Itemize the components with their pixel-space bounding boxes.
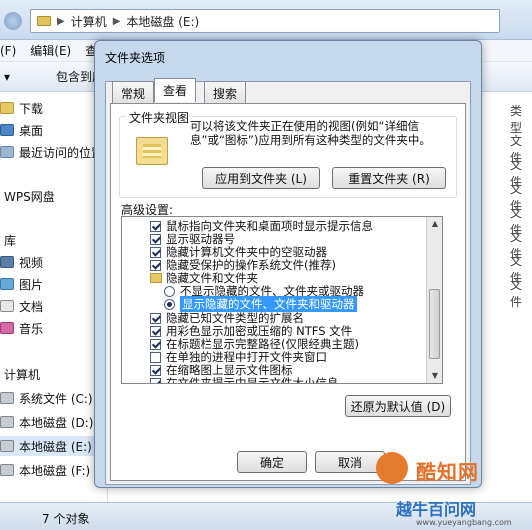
nav-item-wps[interactable]: WPS网盘 [4, 186, 55, 206]
nav-item-downloads[interactable]: 下载 [0, 98, 43, 118]
tab-search[interactable]: 搜索 [204, 81, 247, 103]
tab-view[interactable]: 查看 [154, 78, 197, 102]
setting-row-selected[interactable]: 显示隐藏的文件、文件夹和驱动器 [164, 296, 357, 312]
watermark-brand: 酷知网 [416, 460, 479, 484]
organize-chevron-icon[interactable]: ▾ [4, 70, 10, 84]
menu-edit[interactable]: 编辑(E) [30, 42, 71, 59]
nav-label: WPS网盘 [4, 189, 55, 204]
nav-label: 下载 [19, 101, 44, 116]
nav-label: 图片 [19, 277, 44, 292]
advanced-settings-list: 鼠标指向文件夹和桌面项时显示提示信息 显示驱动器号 隐藏计算机文件夹中的空驱动器… [121, 216, 443, 384]
nav-item-recent[interactable]: 最近访问的位置 [0, 142, 103, 162]
breadcrumb-computer[interactable]: 计算机 [71, 13, 107, 30]
nav-item-pictures[interactable]: 图片 [0, 274, 43, 294]
cancel-button[interactable]: 取消 [315, 451, 385, 473]
nav-item-documents[interactable]: 文档 [0, 296, 43, 316]
checkbox[interactable] [150, 312, 161, 324]
address-bar[interactable]: ▶ 计算机 ▶ 本地磁盘 (E:) [30, 9, 500, 33]
checkbox[interactable] [150, 364, 161, 376]
checkbox[interactable] [150, 259, 161, 271]
drive-icon [0, 440, 14, 452]
dialog-title: 文件夹选项 [105, 51, 166, 65]
folder-options-dialog: 文件夹选项 常规 查看 搜索 文件夹视图 可以将该文件夹正在使用的视图(例如“详… [94, 40, 482, 488]
nav-item-computer[interactable]: 计算机 [4, 364, 40, 384]
view-tab-panel: 文件夹视图 可以将该文件夹正在使用的视图(例如“详细信息”或“图标”)应用到所有… [110, 103, 466, 481]
folder-icon [0, 102, 14, 114]
folder-icon [150, 273, 162, 283]
nav-label: 系统文件 (C:) [19, 391, 93, 406]
nav-label: 本地磁盘 (D:) [19, 415, 94, 430]
nav-item-music[interactable]: 音乐 [0, 318, 43, 338]
nav-label: 最近访问的位置 [19, 145, 104, 160]
watermark-slogan: 越牛百问网 [396, 500, 477, 519]
nav-label: 文档 [19, 299, 44, 314]
checkbox[interactable] [150, 377, 161, 383]
video-icon [0, 256, 14, 268]
music-icon [0, 322, 14, 334]
folder-view-description: 可以将该文件夹正在使用的视图(例如“详细信息”或“图标”)应用到所有这种类型的文… [190, 119, 431, 147]
checkbox[interactable] [150, 351, 161, 363]
drive-icon [0, 464, 14, 476]
back-button[interactable] [4, 12, 22, 30]
dialog-body: 常规 查看 搜索 文件夹视图 可以将该文件夹正在使用的视图(例如“详细信息”或“… [105, 78, 471, 485]
nav-item-drive-e[interactable]: 本地磁盘 (E:) [0, 436, 108, 456]
scroll-down-icon[interactable]: ▼ [427, 369, 442, 383]
setting-row[interactable]: 在文件夹提示中显示文件大小信息 [150, 376, 339, 384]
watermark-logo-icon [376, 452, 408, 484]
nav-label: 视频 [19, 255, 44, 270]
checkbox[interactable] [150, 220, 161, 232]
checkbox[interactable] [150, 246, 161, 258]
scroll-up-icon[interactable]: ▲ [427, 217, 442, 231]
apply-to-folders-button[interactable]: 应用到文件夹 (L) [202, 167, 320, 189]
restore-defaults-button[interactable]: 还原为默认值 (D) [345, 395, 451, 417]
nav-item-video[interactable]: 视频 [0, 252, 43, 272]
nav-item-drive-d[interactable]: 本地磁盘 (D:) [0, 412, 93, 432]
nav-label: 库 [4, 233, 17, 248]
radio[interactable] [164, 285, 175, 297]
document-icon [0, 300, 14, 312]
nav-item-library[interactable]: 库 [4, 230, 16, 250]
picture-icon [0, 278, 14, 290]
address-bar-area: ▶ 计算机 ▶ 本地磁盘 (E:) [0, 0, 532, 40]
drive-icon [0, 416, 14, 428]
checkbox[interactable] [150, 338, 161, 350]
file-type-cell: 文件 [510, 278, 523, 309]
watermark-url: www.yueyangbang.com [416, 518, 512, 527]
scroll-thumb[interactable] [429, 289, 440, 359]
watermark: 酷知网 越牛百问网 www.yueyangbang.com [376, 452, 532, 530]
breadcrumb-drive-e[interactable]: 本地磁盘 (E:) [126, 13, 199, 30]
nav-item-drive-c[interactable]: 系统文件 (C:) [0, 388, 93, 408]
chevron-right-icon: ▶ [57, 15, 65, 27]
checkbox[interactable] [150, 325, 161, 337]
setting-label: 在文件夹提示中显示文件大小信息 [166, 376, 339, 384]
tab-general[interactable]: 常规 [112, 81, 155, 103]
folder-view-group: 文件夹视图 可以将该文件夹正在使用的视图(例如“详细信息”或“图标”)应用到所有… [119, 109, 457, 198]
desktop-icon [0, 124, 14, 136]
radio[interactable] [164, 298, 175, 310]
nav-label: 本地磁盘 (E:) [19, 439, 92, 454]
nav-label: 桌面 [19, 123, 44, 138]
folder-view-label: 文件夹视图 [126, 109, 193, 126]
nav-item-desktop[interactable]: 桌面 [0, 120, 43, 140]
chevron-right-icon: ▶ [112, 15, 121, 27]
recent-icon [0, 146, 14, 158]
navigation-pane: 下载 桌面 最近访问的位置 WPS网盘 库 视频 图片 文档 音乐 计算机 系统… [0, 92, 108, 502]
column-header-type[interactable]: 类型 [510, 102, 532, 136]
ok-button[interactable]: 确定 [237, 451, 307, 473]
settings-scrollbar[interactable]: ▲ ▼ [426, 217, 442, 383]
status-text: 7 个对象 [42, 512, 90, 526]
nav-label: 计算机 [4, 367, 41, 382]
menu-file[interactable]: (F) [0, 44, 16, 58]
folder-icon [37, 16, 51, 26]
checkbox[interactable] [150, 233, 161, 245]
folder-view-icon [136, 137, 168, 165]
drive-icon [0, 392, 14, 404]
nav-label: 音乐 [19, 321, 44, 336]
nav-label: 本地磁盘 (F:) [19, 463, 91, 478]
nav-item-drive-f[interactable]: 本地磁盘 (F:) [0, 460, 90, 480]
reset-folders-button[interactable]: 重置文件夹 (R) [332, 167, 446, 189]
